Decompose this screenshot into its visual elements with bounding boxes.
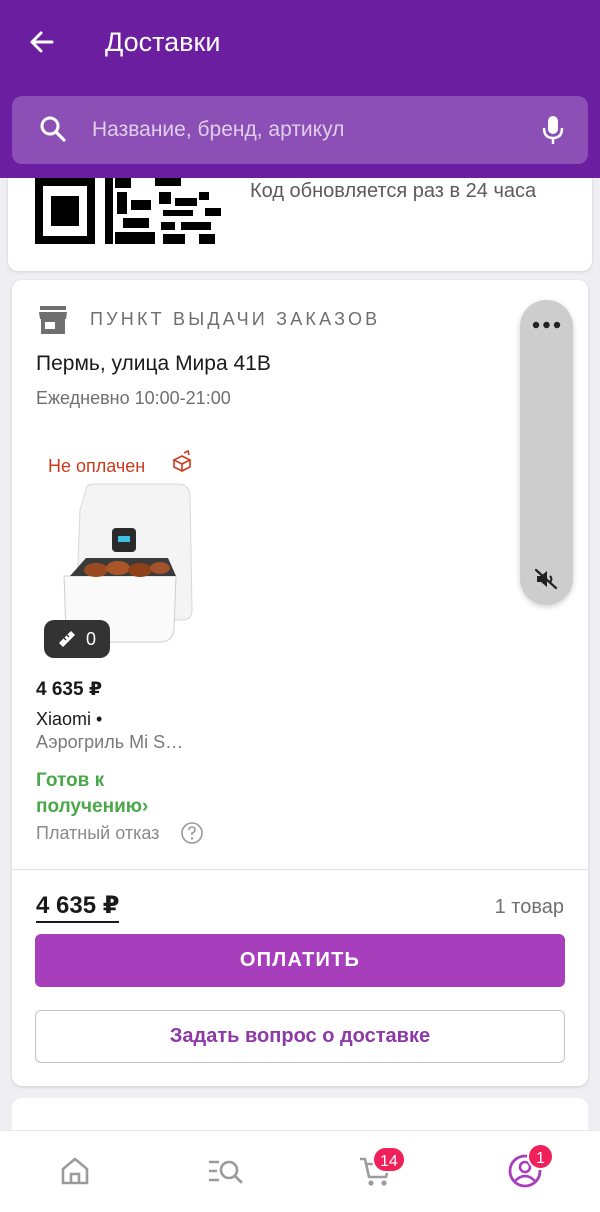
mute-icon[interactable] <box>534 567 558 591</box>
profile-badge: 1 <box>527 1143 554 1170</box>
floating-media-panel[interactable] <box>520 300 573 605</box>
qr-update-note: Код обновляется раз в 24 часа <box>250 180 537 202</box>
payment-status: Не оплачен <box>48 456 146 476</box>
ruler-icon <box>59 631 75 647</box>
delivery-card: ПУНКТ ВЫДАЧИ ЗАКАЗОВ Пермь, улица Мира 4… <box>12 280 588 1086</box>
divider <box>12 869 588 870</box>
items-count: 1 товар <box>494 896 564 918</box>
product-name[interactable]: Аэрогриль Mi S… <box>36 732 183 753</box>
search-icon <box>40 116 66 142</box>
qr-code[interactable] <box>35 178 221 244</box>
order-total: 4 635 ₽ <box>36 892 120 923</box>
ready-status-link[interactable]: Готов к получению› <box>36 768 196 820</box>
store-icon <box>39 306 67 334</box>
catalog-search-icon[interactable] <box>207 1153 243 1189</box>
pickup-point-label: ПУНКТ ВЫДАЧИ ЗАКАЗОВ <box>90 309 381 329</box>
home-icon[interactable] <box>57 1153 93 1189</box>
cart-badge: 14 <box>372 1146 406 1173</box>
ask-delivery-question-button[interactable]: Задать вопрос о доставке <box>35 1010 565 1063</box>
help-icon[interactable] <box>180 821 204 845</box>
paid-refusal-label: Платный отказ <box>36 823 160 843</box>
search-input[interactable] <box>92 96 512 164</box>
pickup-hours: Ежедневно 10:00-21:00 <box>36 388 231 408</box>
arrow-left-icon[interactable] <box>24 24 60 60</box>
package-return-icon <box>172 450 192 473</box>
measure-badge[interactable]: 0 <box>44 620 110 658</box>
bottom-navigation: 14 1 <box>0 1130 600 1212</box>
page-title: Доставки <box>105 27 221 57</box>
measure-count: 0 <box>86 629 97 649</box>
search-bar[interactable] <box>12 96 588 164</box>
microphone-icon[interactable] <box>538 114 568 146</box>
product-price: 4 635 ₽ <box>36 679 103 700</box>
pickup-address: Пермь, улица Мира 41В <box>36 352 271 375</box>
app-header: Доставки <box>0 0 600 178</box>
pay-button[interactable]: ОПЛАТИТЬ <box>35 934 565 987</box>
product-brand: Xiaomi • <box>36 709 103 729</box>
more-icon[interactable] <box>532 320 561 330</box>
